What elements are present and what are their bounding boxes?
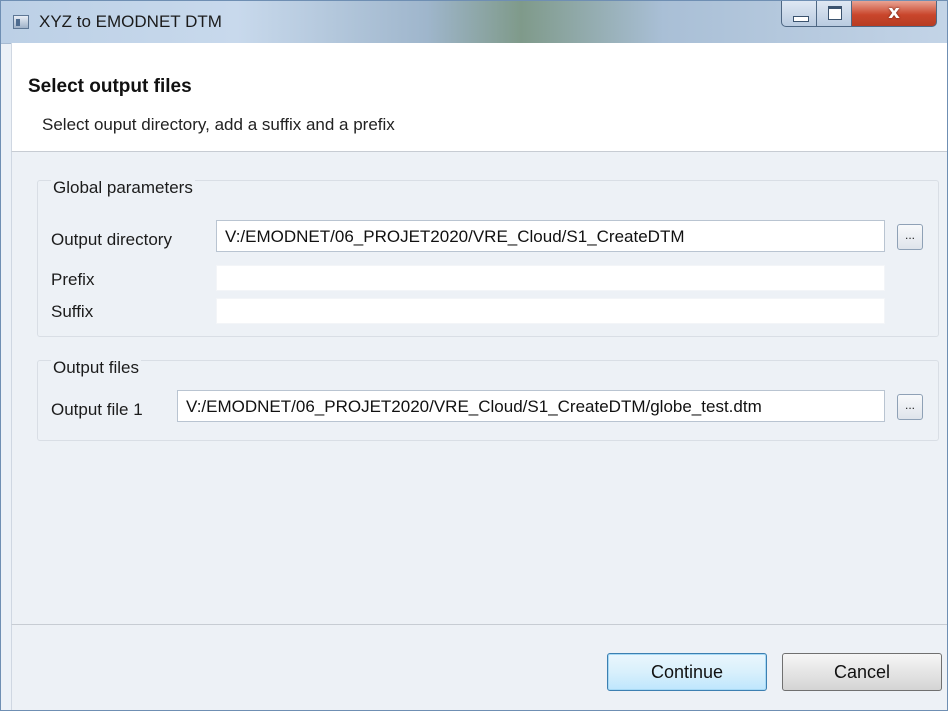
- output-file-1-input[interactable]: V:/EMODNET/06_PROJET2020/VRE_Cloud/S1_Cr…: [177, 390, 885, 422]
- cancel-button[interactable]: Cancel: [782, 653, 942, 691]
- maximize-icon: [828, 6, 842, 20]
- wizard-content: Global parameters Output directory V:/EM…: [11, 152, 947, 624]
- output-files-legend: Output files: [51, 358, 141, 378]
- continue-button[interactable]: Continue: [607, 653, 767, 691]
- output-directory-browse-button[interactable]: ...: [897, 224, 923, 250]
- output-directory-label: Output directory: [51, 230, 172, 249]
- prefix-label: Prefix: [51, 270, 95, 289]
- wizard-header: Select output files Select ouput directo…: [11, 43, 947, 152]
- global-parameters-legend: Global parameters: [51, 178, 195, 198]
- output-directory-input[interactable]: V:/EMODNET/06_PROJET2020/VRE_Cloud/S1_Cr…: [216, 220, 885, 252]
- page-description: Select ouput directory, add a suffix and…: [42, 115, 395, 134]
- button-bar: Continue Cancel: [11, 624, 947, 710]
- maximize-button[interactable]: [816, 1, 852, 27]
- window-title: XYZ to EMODNET DTM: [39, 12, 222, 31]
- close-button[interactable]: x: [851, 1, 937, 27]
- suffix-label: Suffix: [51, 302, 94, 321]
- title-bar[interactable]: XYZ to EMODNET DTM x: [1, 1, 947, 44]
- app-icon: [13, 15, 29, 29]
- output-files-group: Output files Output file 1 V:/EMODNET/06…: [37, 358, 939, 441]
- output-file-1-browse-button[interactable]: ...: [897, 394, 923, 420]
- minimize-icon: [793, 16, 809, 22]
- close-icon: x: [888, 2, 900, 23]
- global-parameters-group: Global parameters Output directory V:/EM…: [37, 178, 939, 337]
- prefix-input[interactable]: [216, 265, 885, 291]
- suffix-input[interactable]: [216, 298, 885, 324]
- page-title: Select output files: [28, 76, 192, 97]
- minimize-button[interactable]: [781, 1, 817, 27]
- output-file-1-label: Output file 1: [51, 400, 143, 419]
- dialog-window: XYZ to EMODNET DTM x Select output files…: [0, 0, 948, 711]
